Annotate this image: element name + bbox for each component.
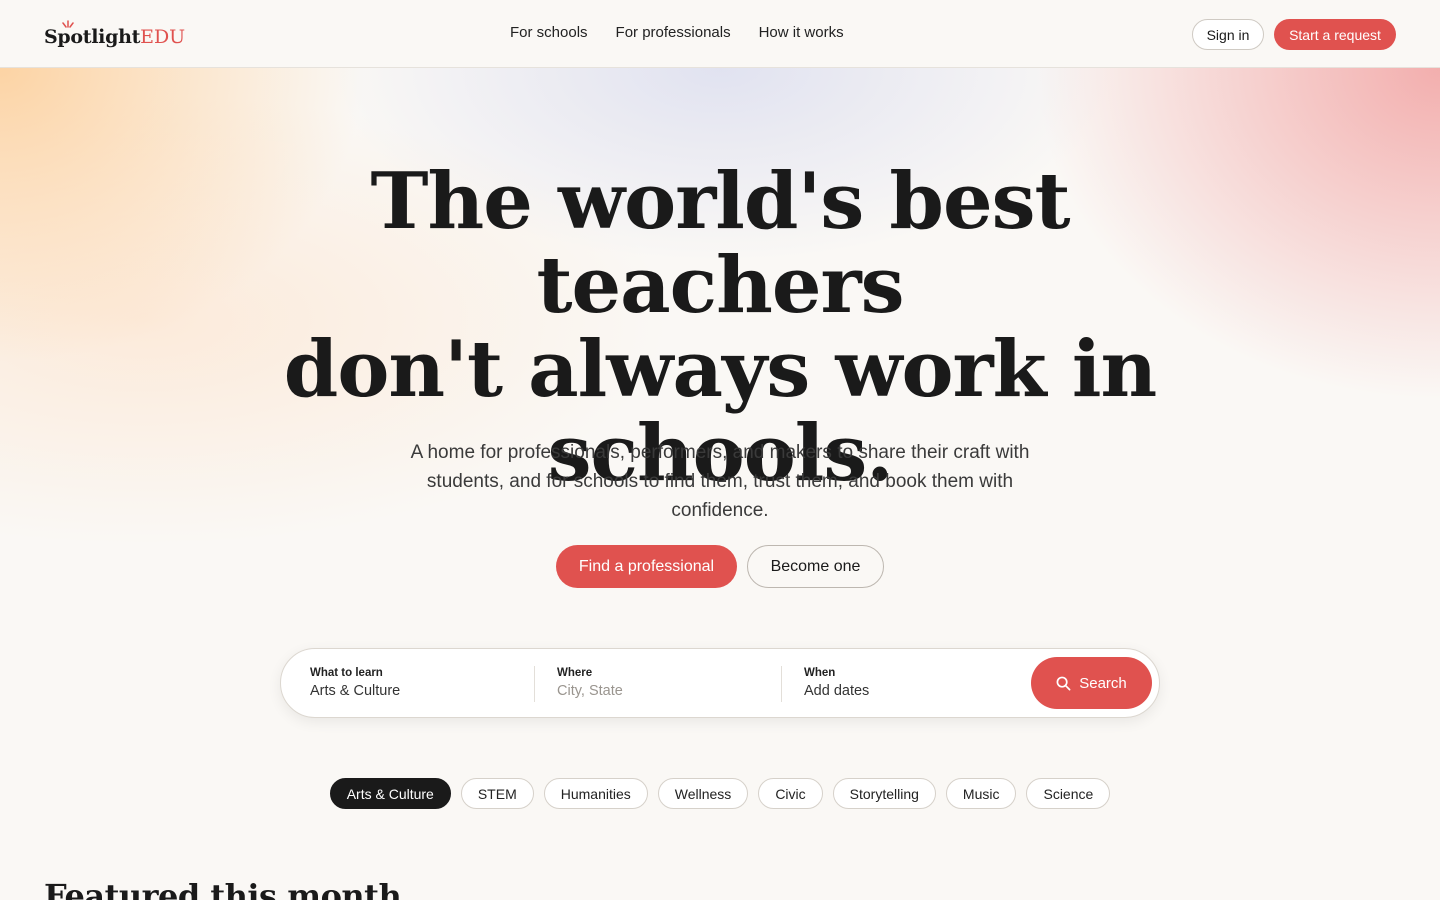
find-professional-button[interactable]: Find a professional: [556, 545, 737, 588]
hero-title-line1: The world's best teachers: [370, 156, 1070, 331]
search-button-label: Search: [1079, 674, 1127, 692]
when-field[interactable]: When Add dates: [804, 649, 1024, 717]
spark-icon: [62, 20, 74, 28]
search-divider: [534, 666, 535, 702]
category-chip-civic[interactable]: Civic: [758, 778, 823, 809]
what-to-learn-value: Arts & Culture: [310, 683, 401, 699]
search-icon: [1056, 676, 1071, 690]
nav-item-for-schools[interactable]: For schools: [510, 24, 588, 41]
start-request-button[interactable]: Start a request: [1274, 19, 1396, 50]
search-bar: What to learn Arts & Culture Where City,…: [280, 648, 1160, 718]
category-chip-storytelling[interactable]: Storytelling: [832, 778, 936, 809]
search-button[interactable]: Search: [1031, 657, 1152, 709]
featured-heading: Featured this month: [44, 877, 402, 900]
brand-name-part1: Spotlight: [44, 26, 141, 48]
sign-in-button[interactable]: Sign in: [1192, 19, 1264, 50]
brand-name-primary: Spotlight: [44, 20, 141, 48]
brand-name-part2: EDU: [140, 26, 186, 48]
where-placeholder: City, State: [557, 683, 623, 699]
site-header: Spotlight EDU For schools For professiona…: [0, 0, 1440, 68]
main-nav: For schools For professionals How it wor…: [510, 24, 844, 41]
brand-logo[interactable]: Spotlight EDU: [44, 20, 185, 48]
hero-subtitle: A home for professionals, performers, an…: [410, 442, 1030, 521]
when-label: When: [804, 667, 836, 679]
nav-item-how-it-works[interactable]: How it works: [759, 24, 844, 41]
when-value: Add dates: [804, 683, 870, 699]
category-chip-wellness[interactable]: Wellness: [657, 778, 749, 809]
category-chips: Arts & Culture STEM Humanities Wellness …: [0, 778, 1440, 809]
category-chip-science[interactable]: Science: [1026, 778, 1111, 809]
what-to-learn-field[interactable]: What to learn Arts & Culture: [310, 649, 530, 717]
where-field[interactable]: Where City, State: [557, 649, 777, 717]
search-divider: [781, 666, 782, 702]
category-chip-arts-culture[interactable]: Arts & Culture: [329, 778, 451, 809]
become-one-button[interactable]: Become one: [747, 545, 884, 588]
category-chip-humanities[interactable]: Humanities: [543, 778, 648, 809]
where-label: Where: [557, 667, 593, 679]
what-to-learn-label: What to learn: [310, 667, 383, 679]
category-chip-music[interactable]: Music: [945, 778, 1017, 809]
category-chip-stem[interactable]: STEM: [460, 778, 534, 809]
nav-item-for-professionals[interactable]: For professionals: [616, 24, 731, 41]
hero-title-line2: don't always work in: [283, 324, 1157, 415]
